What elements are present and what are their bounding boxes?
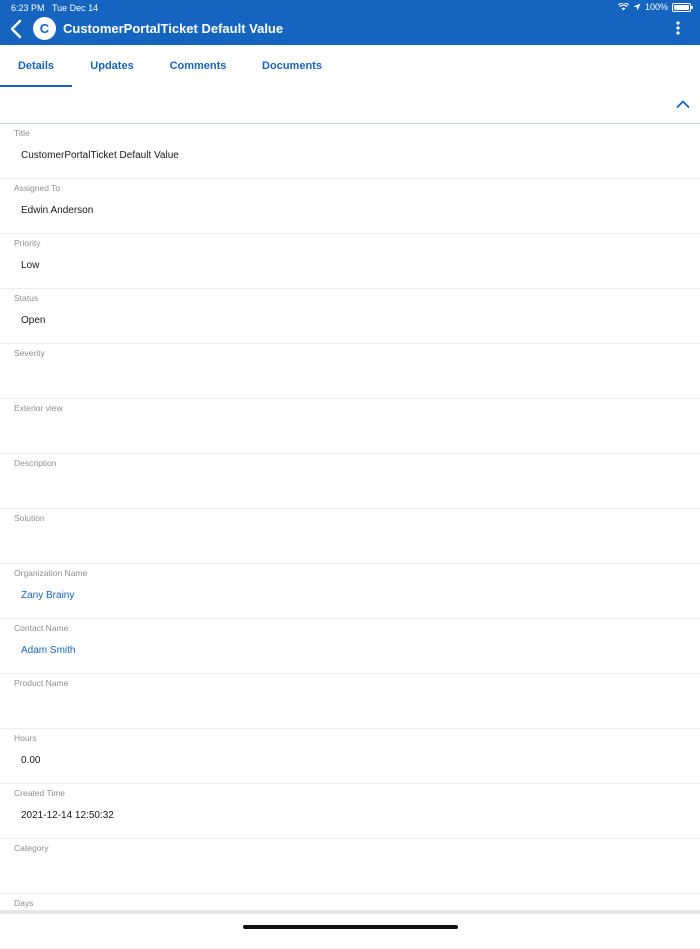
field-label: Exterior view: [14, 403, 63, 413]
bottom-safe-area: [0, 914, 700, 934]
field-label: Priority: [14, 238, 41, 248]
field-value: 0.00: [21, 755, 41, 766]
field-exterior-view: Exterior view: [0, 399, 700, 454]
field-label: Solution: [14, 513, 45, 523]
wifi-icon: [617, 3, 629, 11]
tab-comments[interactable]: Comments: [152, 45, 244, 87]
field-label: Description: [14, 458, 57, 468]
avatar: C: [33, 17, 56, 40]
field-value: CustomerPortalTicket Default Value: [21, 150, 179, 161]
field-label: Status: [14, 293, 39, 303]
field-severity: Severity: [0, 344, 700, 399]
field-priority: Priority Low: [0, 234, 700, 289]
field-contact-name: Contact Name Adam Smith: [0, 619, 700, 674]
field-value: Low: [21, 260, 40, 271]
field-label: Product Name: [14, 678, 69, 688]
field-hours: Hours 0.00: [0, 729, 700, 784]
back-icon[interactable]: [8, 18, 26, 40]
app-bar: 6:23 PM Tue Dec 14 100% C CustomerPortal…: [0, 0, 700, 45]
field-created-time: Created Time 2021-12-14 12:50:32: [0, 784, 700, 839]
tab-details[interactable]: Details: [0, 45, 72, 87]
tab-bar: Details Updates Comments Documents: [0, 45, 700, 87]
organization-link[interactable]: Zany Brainy: [21, 590, 74, 601]
field-category: Category: [0, 839, 700, 894]
location-icon: [633, 3, 641, 11]
more-vertical-icon[interactable]: [674, 20, 682, 36]
tab-updates[interactable]: Updates: [72, 45, 152, 87]
field-value: Open: [21, 315, 46, 326]
field-organization-name: Organization Name Zany Brainy: [0, 564, 700, 619]
field-label: Created Time: [14, 788, 66, 798]
status-time: 6:23 PM: [11, 3, 45, 13]
page-title: CustomerPortalTicket Default Value: [63, 21, 284, 36]
field-title: Title CustomerPortalTicket Default Value: [0, 124, 700, 179]
section-header: [0, 87, 700, 124]
field-label: Severity: [14, 348, 45, 358]
field-value: 2021-12-14 12:50:32: [21, 810, 114, 821]
contact-link[interactable]: Adam Smith: [21, 645, 75, 656]
status-indicators: 100%: [617, 2, 693, 12]
home-indicator[interactable]: [243, 925, 458, 929]
field-description: Description: [0, 454, 700, 509]
details-list: Title CustomerPortalTicket Default Value…: [0, 124, 700, 949]
field-status: Status Open: [0, 289, 700, 344]
chevron-up-icon[interactable]: [676, 99, 690, 109]
field-assigned-to: Assigned To Edwin Anderson: [0, 179, 700, 234]
field-label: Days: [14, 898, 34, 908]
battery-percent: 100%: [644, 2, 668, 12]
field-label: Assigned To: [14, 183, 61, 193]
tab-documents[interactable]: Documents: [244, 45, 340, 87]
field-label: Hours: [14, 733, 37, 743]
field-label: Category: [14, 843, 49, 853]
field-label: Contact Name: [14, 623, 69, 633]
field-label: Organization Name: [14, 568, 88, 578]
status-date: Tue Dec 14: [52, 3, 99, 13]
battery-icon: [672, 2, 693, 12]
field-label: Title: [14, 128, 30, 138]
field-solution: Solution: [0, 509, 700, 564]
field-product-name: Product Name: [0, 674, 700, 729]
field-value: Edwin Anderson: [21, 205, 94, 216]
status-bar: 6:23 PM Tue Dec 14 100%: [0, 0, 700, 16]
